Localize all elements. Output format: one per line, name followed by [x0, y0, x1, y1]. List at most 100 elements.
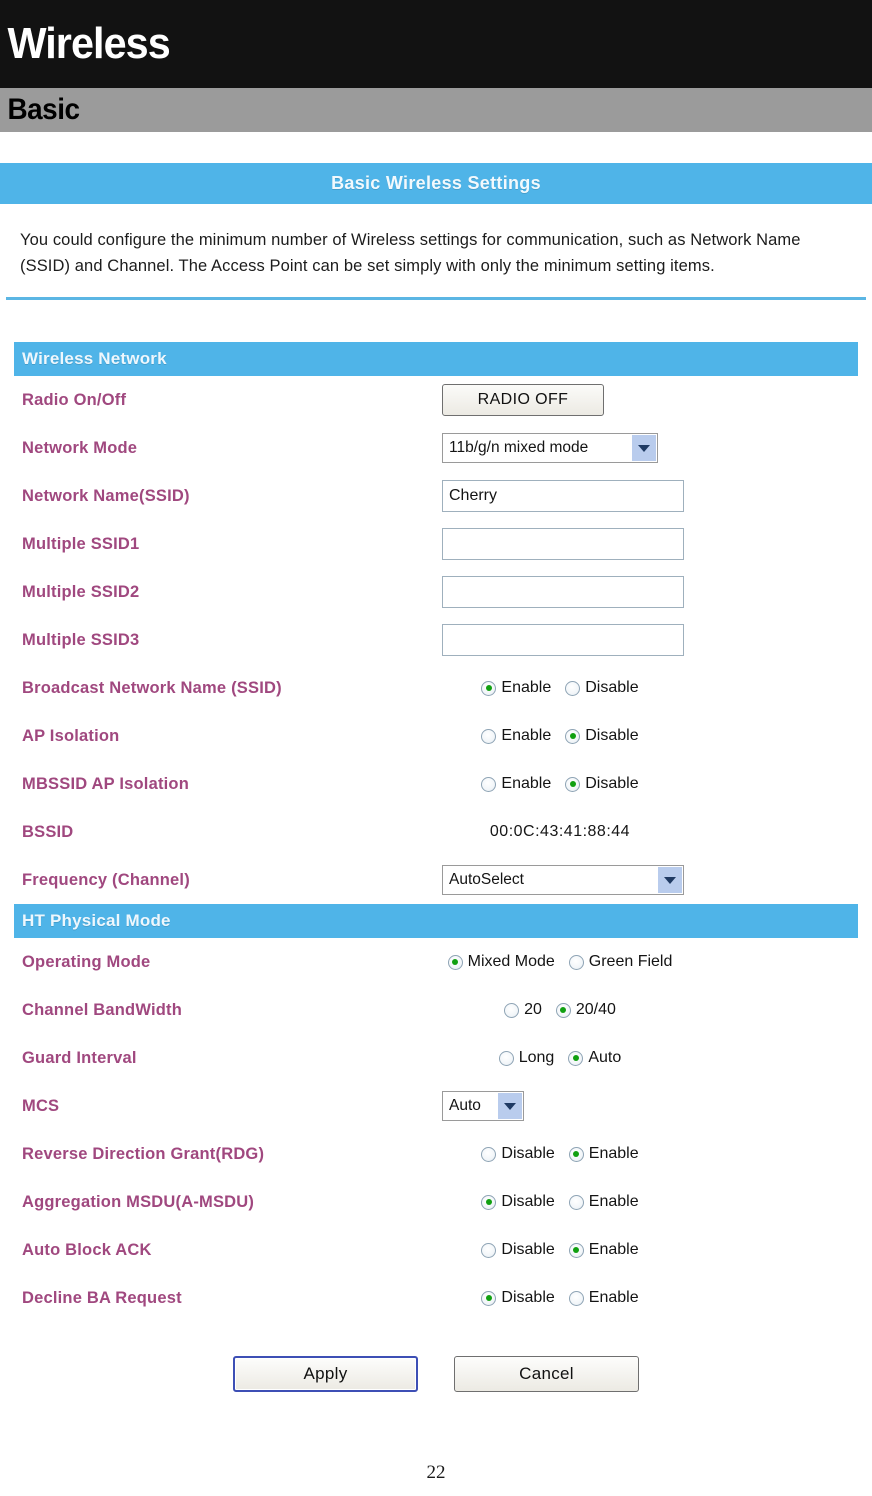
select-value: AutoSelect [449, 871, 524, 889]
radio-selected-icon[interactable] [565, 728, 581, 744]
radio-option-label: Enable [501, 727, 552, 745]
settings-row: AP Isolation Enable Disable [14, 712, 858, 760]
radio-unselected-icon[interactable] [565, 680, 581, 696]
row-label-channel-bandwidth: Channel BandWidth [22, 1000, 182, 1019]
radio-option-disable[interactable]: Disable [481, 1289, 555, 1307]
radio-option-label: Green Field [588, 953, 673, 971]
radio-option-label: Disable [501, 1241, 555, 1259]
settings-row: BSSID 00:0C:43:41:88:44 [14, 808, 858, 856]
radio-option-20[interactable]: 20 [504, 1001, 542, 1019]
radio-unselected-icon[interactable] [504, 1002, 520, 1018]
settings-row: Broadcast Network Name (SSID) Enable Disab… [14, 664, 858, 712]
radio-group-ap-isolation: Enable Disable [481, 727, 639, 745]
radio-option-label: Enable [588, 1241, 639, 1259]
row-label-operating-mode: Operating Mode [22, 952, 151, 971]
radio-option-enable[interactable]: Enable [481, 727, 551, 745]
radio-unselected-icon[interactable] [568, 954, 584, 970]
radio-option-disable[interactable]: Disable [565, 775, 639, 793]
radio-unselected-icon[interactable] [568, 1194, 584, 1210]
form-actions: Apply Cancel [0, 1356, 872, 1393]
radio-unselected-icon[interactable] [498, 1050, 514, 1066]
radio-option-disable[interactable]: Disable [481, 1241, 555, 1259]
radio-selected-icon[interactable] [481, 1194, 497, 1210]
select-mcs[interactable]: Auto [442, 1091, 524, 1122]
radio-selected-icon[interactable] [481, 1290, 497, 1306]
row-label-network-mode: Network Mode [22, 438, 138, 457]
radio-option-label: Disable [585, 727, 639, 745]
row-label-network-name-ssid: Network Name(SSID) [22, 486, 190, 505]
radio-option-green-field[interactable]: Green Field [568, 953, 673, 971]
radio-selected-icon[interactable] [555, 1002, 571, 1018]
select-network-mode[interactable]: 11b/g/n mixed mode [442, 433, 658, 464]
section-header-wireless-network: Wireless Network [14, 342, 858, 377]
radio-option-label: Enable [588, 1193, 639, 1211]
chevron-down-icon[interactable] [632, 435, 656, 462]
radio-group-decline-ba-request: Disable Enable [481, 1289, 639, 1307]
radio-option-20-40[interactable]: 20/40 [555, 1001, 616, 1019]
apply-button[interactable]: Apply [233, 1356, 418, 1393]
radio-group-broadcast-network-name-ssid: Enable Disable [481, 679, 639, 697]
radio-group-mbssid-ap-isolation: Enable Disable [481, 775, 639, 793]
radio-on-off-button[interactable]: RADIO OFF [442, 384, 604, 417]
panel-description: You could configure the minimum number o… [20, 231, 801, 275]
input-multiple-ssid1[interactable] [442, 528, 684, 561]
radio-selected-icon[interactable] [568, 1050, 584, 1066]
radio-group-auto-block-ack: Disable Enable [481, 1241, 639, 1259]
radio-group-aggregation-msdu-a-msdu: Disable Enable [481, 1193, 639, 1211]
settings-row: Guard Interval Long Auto [14, 1034, 858, 1082]
radio-unselected-icon[interactable] [481, 1242, 497, 1258]
radio-option-enable[interactable]: Enable [568, 1289, 639, 1307]
radio-selected-icon[interactable] [568, 1242, 584, 1258]
radio-option-label: 20 [524, 1001, 542, 1019]
radio-option-long[interactable]: Long [498, 1049, 554, 1067]
select-frequency-channel[interactable]: AutoSelect [442, 865, 684, 896]
radio-unselected-icon[interactable] [481, 1146, 497, 1162]
cancel-button[interactable]: Cancel [454, 1356, 639, 1393]
radio-option-enable[interactable]: Enable [568, 1241, 639, 1259]
chevron-down-icon[interactable] [498, 1093, 522, 1120]
settings-row: Channel BandWidth 20 20/40 [14, 986, 858, 1034]
row-label-radio-on-off: Radio On/Off [22, 390, 127, 409]
settings-row: Multiple SSID3 [14, 616, 858, 664]
settings-row: Operating Mode Mixed Mode Green Field [14, 938, 858, 986]
row-label-mbssid-ap-isolation: MBSSID AP Isolation [22, 774, 189, 793]
radio-option-mixed-mode[interactable]: Mixed Mode [447, 953, 555, 971]
radio-option-auto[interactable]: Auto [568, 1049, 621, 1067]
radio-option-disable[interactable]: Disable [481, 1193, 555, 1211]
settings-row: Multiple SSID1 [14, 520, 858, 568]
radio-selected-icon[interactable] [565, 776, 581, 792]
settings-row: MCS Auto [14, 1082, 858, 1130]
chevron-down-icon[interactable] [658, 867, 682, 894]
radio-selected-icon[interactable] [481, 680, 497, 696]
radio-selected-icon[interactable] [447, 954, 463, 970]
input-multiple-ssid3[interactable] [442, 624, 684, 657]
page-subbanner: Basic [0, 88, 872, 132]
panel-title-label: Basic Wireless Settings [331, 173, 541, 193]
radio-option-enable[interactable]: Enable [481, 679, 551, 697]
radio-option-label: Disable [501, 1193, 555, 1211]
radio-unselected-icon[interactable] [481, 776, 497, 792]
row-label-aggregation-msdu-a-msdu: Aggregation MSDU(A-MSDU) [22, 1192, 255, 1211]
page-banner: Wireless [0, 0, 872, 88]
row-label-decline-ba-request: Decline BA Request [22, 1288, 182, 1307]
radio-option-enable[interactable]: Enable [568, 1193, 639, 1211]
radio-selected-icon[interactable] [568, 1146, 584, 1162]
input-multiple-ssid2[interactable] [442, 576, 684, 609]
radio-option-disable[interactable]: Disable [481, 1145, 555, 1163]
settings-sections: Wireless Network Radio On/Off RADIO OFF Net… [0, 342, 872, 1322]
radio-unselected-icon[interactable] [568, 1290, 584, 1306]
settings-row: MBSSID AP Isolation Enable Disable [14, 760, 858, 808]
input-network-name-ssid[interactable] [442, 480, 684, 513]
radio-unselected-icon[interactable] [481, 728, 497, 744]
radio-option-enable[interactable]: Enable [568, 1145, 639, 1163]
settings-row: Network Mode 11b/g/n mixed mode [14, 424, 858, 472]
radio-option-disable[interactable]: Disable [565, 679, 639, 697]
radio-option-label: Auto [588, 1049, 622, 1067]
radio-option-label: Enable [501, 679, 552, 697]
radio-group-channel-bandwidth: 20 20/40 [504, 1001, 616, 1019]
row-label-multiple-ssid2: Multiple SSID2 [22, 582, 140, 601]
radio-group-operating-mode: Mixed Mode Green Field [447, 953, 673, 971]
radio-option-disable[interactable]: Disable [565, 727, 639, 745]
radio-option-enable[interactable]: Enable [481, 775, 551, 793]
radio-option-label: Disable [501, 1145, 555, 1163]
